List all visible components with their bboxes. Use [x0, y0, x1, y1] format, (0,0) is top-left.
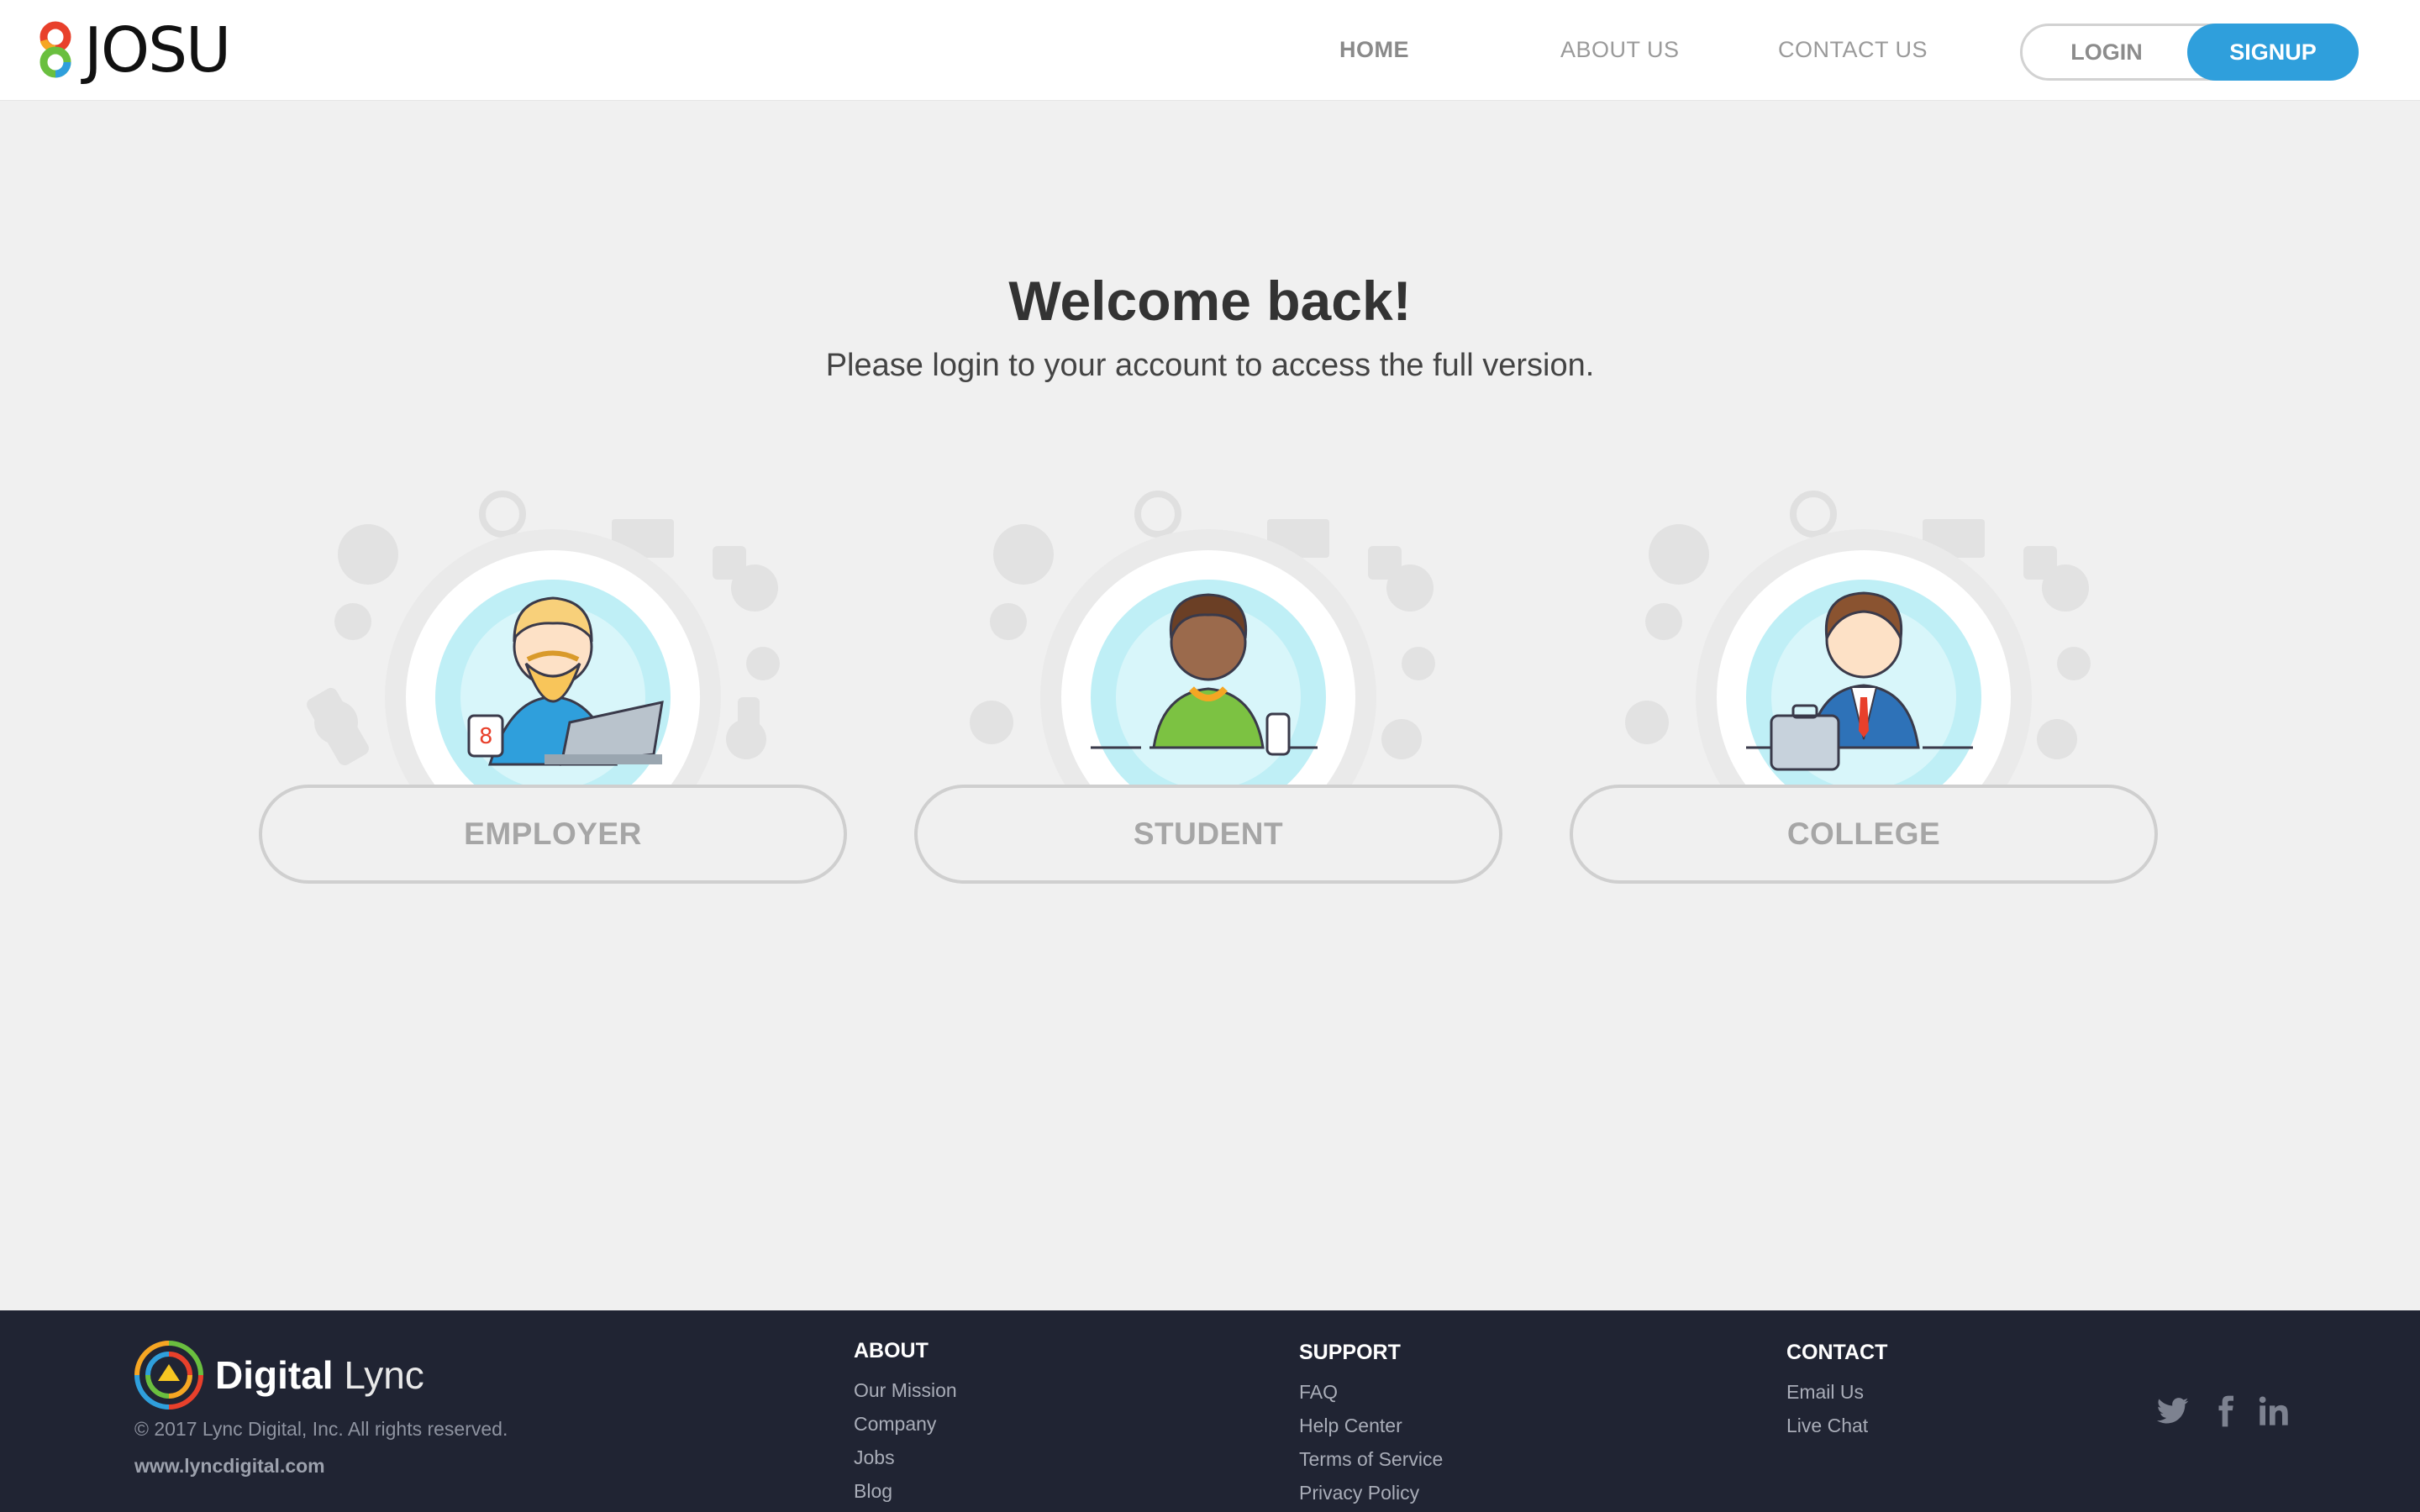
- signup-button[interactable]: SIGNUP: [2187, 24, 2359, 81]
- nav-about-link[interactable]: ABOUT US: [1560, 37, 1680, 63]
- footer-link-privacy[interactable]: Privacy Policy: [1299, 1476, 1443, 1509]
- page-subtitle: Please login to your account to access t…: [825, 348, 1595, 383]
- company-name-bold: Digital: [215, 1353, 334, 1397]
- footer-link-terms[interactable]: Terms of Service: [1299, 1442, 1443, 1476]
- footer-support-heading: SUPPORT: [1299, 1341, 1401, 1364]
- footer-link-faq[interactable]: FAQ: [1299, 1375, 1443, 1409]
- auth-toggle: LOGIN SIGNUP: [2020, 24, 2359, 81]
- top-navbar: JOSU HOME ABOUT US CONTACT US LOGIN SIGN…: [0, 0, 2420, 101]
- footer-link-email-us[interactable]: Email Us: [1786, 1375, 1887, 1409]
- footer-link-our-mission[interactable]: Our Mission: [854, 1373, 957, 1407]
- company-name-light: Lync: [344, 1353, 424, 1397]
- brand-logo[interactable]: JOSU: [34, 14, 231, 87]
- role-button-employer[interactable]: EMPLOYER: [259, 785, 847, 884]
- digital-lync-name: Digital Lync: [215, 1352, 424, 1398]
- brand-name: JOSU: [84, 14, 231, 87]
- footer-link-blog[interactable]: Blog: [854, 1474, 957, 1508]
- footer-link-jobs[interactable]: Jobs: [854, 1441, 957, 1474]
- role-button-student[interactable]: STUDENT: [914, 785, 1502, 884]
- copyright-text: © 2017 Lync Digital, Inc. All rights res…: [134, 1418, 508, 1440]
- footer-contact-column: CONTACT Email Us Live Chat: [1786, 1341, 1887, 1442]
- digital-lync-logo-mark-icon: [134, 1341, 203, 1410]
- digital-lync-logo[interactable]: Digital Lync: [133, 1337, 424, 1413]
- footer-support-column: SUPPORT FAQ Help Center Terms of Service…: [1299, 1341, 1443, 1509]
- footer-about-column: ABOUT Our Mission Company Jobs Blog: [854, 1339, 957, 1508]
- page-title: Welcome back!: [1008, 270, 1412, 332]
- twitter-icon[interactable]: [2156, 1394, 2190, 1428]
- nav-home-link[interactable]: HOME: [1339, 37, 1409, 63]
- nav-contact-link[interactable]: CONTACT US: [1778, 37, 1928, 63]
- role-card-employer: 8 EMPLOYER: [259, 487, 847, 924]
- footer-contact-heading: CONTACT: [1786, 1341, 1888, 1364]
- footer-link-company[interactable]: Company: [854, 1407, 957, 1441]
- role-button-college[interactable]: COLLEGE: [1570, 785, 2158, 884]
- svg-text:8: 8: [479, 724, 493, 749]
- login-button[interactable]: LOGIN: [2023, 26, 2191, 78]
- linkedin-icon[interactable]: [2257, 1394, 2291, 1428]
- footer-about-heading: ABOUT: [854, 1339, 929, 1362]
- josu-logo-mark-icon: [39, 21, 71, 78]
- facebook-icon[interactable]: [2208, 1394, 2242, 1428]
- footer-link-help-center[interactable]: Help Center: [1299, 1409, 1443, 1442]
- footer-link-live-chat[interactable]: Live Chat: [1786, 1409, 1887, 1442]
- role-card-college: COLLEGE: [1570, 487, 2158, 924]
- role-card-student: STUDENT: [914, 487, 1502, 924]
- website-link[interactable]: www.lyncdigital.com: [134, 1455, 325, 1478]
